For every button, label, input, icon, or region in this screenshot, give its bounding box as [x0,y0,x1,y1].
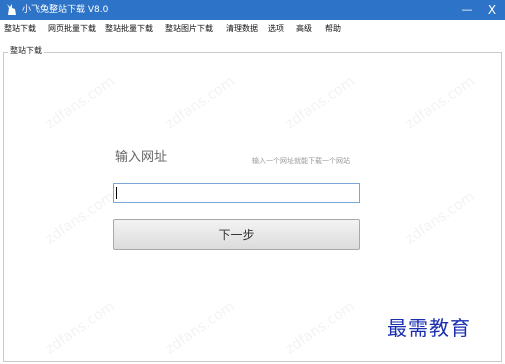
next-step-button[interactable]: 下一步 [113,219,360,250]
url-input[interactable] [113,183,360,203]
url-hint: 输入一个网址就能下载一个网站 [252,157,350,165]
menu-site-download[interactable]: 整站下载 [4,20,36,38]
menu-page-batch-download[interactable]: 网页批量下载 [48,20,96,38]
menu-bar: 整站下载 网页批量下载 整站批量下载 整站图片下载 清理数据 选项 高级 帮助 [0,20,505,38]
menu-clear-data[interactable]: 清理数据 [226,20,258,38]
window-title: 小飞兔整站下载 V8.0 [22,5,109,15]
watermark-logo: 最需教育 [387,316,471,340]
menu-site-image-download[interactable]: 整站图片下载 [165,20,213,38]
group-label: 整站下载 [8,45,44,57]
text-caret [116,187,117,199]
rabbit-app-icon [7,4,16,15]
minimize-icon[interactable]: — [456,0,478,20]
menu-site-batch-download[interactable]: 整站批量下载 [105,20,153,38]
url-heading: 输入网址 [115,150,168,165]
menu-advanced[interactable]: 高级 [296,20,312,38]
menu-options[interactable]: 选项 [268,20,284,38]
close-icon[interactable]: X [480,0,504,20]
menu-help[interactable]: 帮助 [325,20,341,38]
title-bar: 小飞兔整站下载 V8.0 — X [0,0,505,20]
